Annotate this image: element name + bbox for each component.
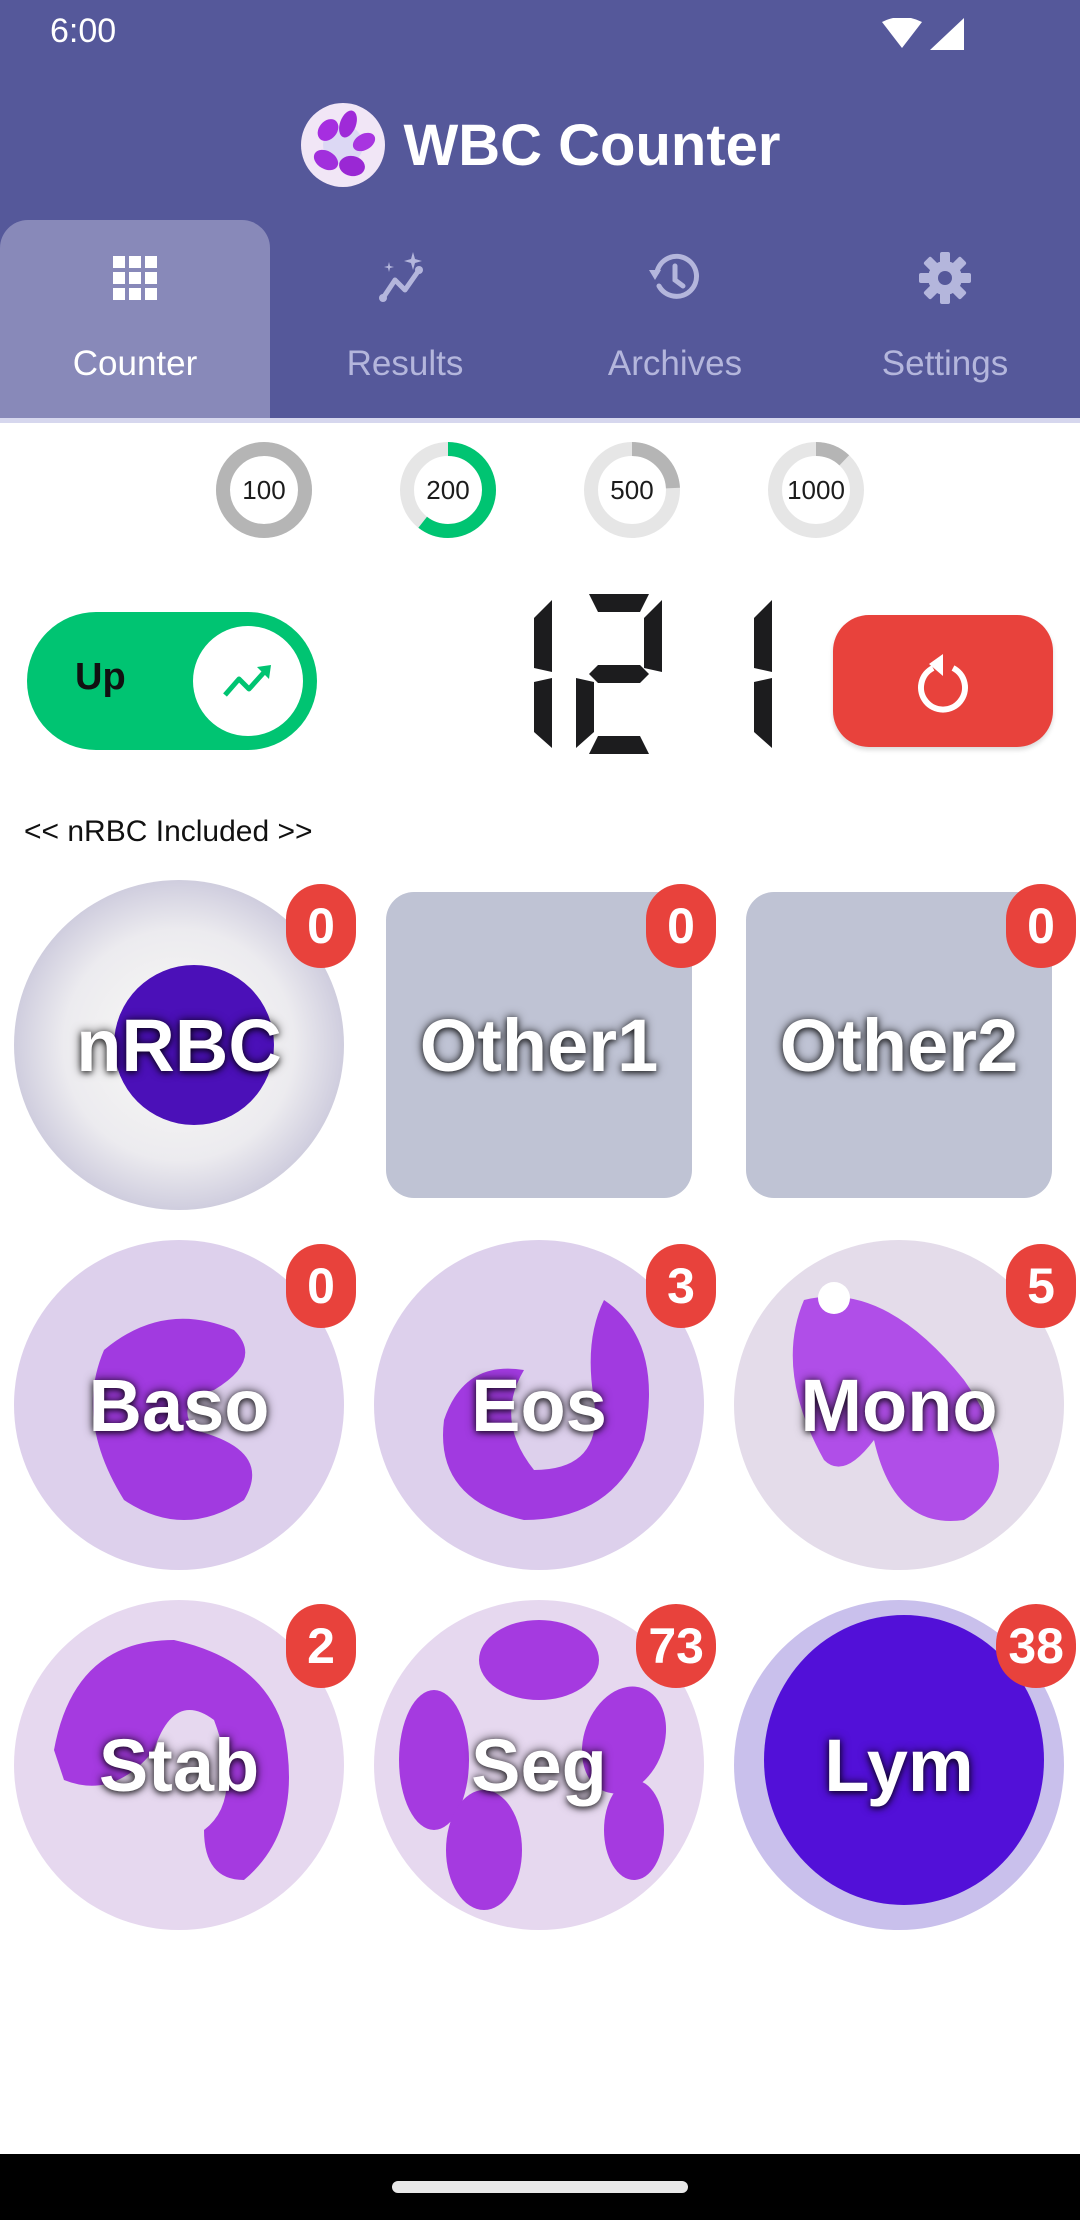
count-badge: 0 [1006, 884, 1076, 968]
toggle-knob [193, 626, 303, 736]
cell-button-lym[interactable]: Lym 38 [734, 1600, 1076, 1930]
ring-label: 500 [610, 474, 654, 505]
app-header: 6:00 WBC Counter Counter Results Archive… [0, 0, 1080, 420]
cell-button-other2[interactable]: Other2 0 [734, 880, 1076, 1210]
lcd-segment [644, 600, 662, 672]
target-selector: 100 200 500 1000 [0, 440, 1080, 540]
lcd-segment [589, 665, 649, 683]
count-badge: 0 [646, 884, 716, 968]
tab-counter[interactable]: Counter [0, 220, 270, 420]
ring-label: 200 [426, 474, 470, 505]
lcd-segment [589, 594, 649, 612]
tab-archives[interactable]: Archives [540, 220, 810, 420]
ring-label: 100 [242, 474, 286, 505]
lcd-digit [534, 600, 552, 748]
lcd-segment [576, 678, 594, 748]
count-direction-toggle[interactable]: Up [27, 612, 317, 750]
lcd-digit [754, 600, 772, 748]
tab-results[interactable]: Results [270, 220, 540, 420]
count-badge: 73 [636, 1604, 716, 1688]
cell-button-mono[interactable]: Mono 5 [734, 1240, 1076, 1570]
tab-label: Counter [72, 344, 198, 383]
sparkle-chart-icon [379, 252, 423, 302]
tab-label: Archives [607, 344, 743, 383]
app-title-row: WBC Counter [0, 100, 1080, 190]
toggle-label: Up [75, 656, 126, 698]
reset-icon [918, 654, 968, 713]
count-badge: 0 [286, 1244, 356, 1328]
count-badge: 5 [1006, 1244, 1076, 1328]
cell-button-eos[interactable]: Eos 3 [374, 1240, 716, 1570]
count-badge: 0 [286, 884, 356, 968]
target-ring-500[interactable]: 500 [582, 440, 682, 540]
history-icon [649, 253, 699, 299]
tab-settings[interactable]: Settings [810, 220, 1080, 420]
status-bar: 6:00 [0, 0, 1080, 66]
app-title: WBC Counter [403, 112, 781, 178]
lcd-digit [576, 594, 662, 754]
header-divider [0, 418, 1080, 423]
cell-button-baso[interactable]: Baso 0 [14, 1240, 356, 1570]
lcd-segment [754, 600, 772, 672]
grid-icon [113, 256, 157, 300]
cellular-signal-icon [930, 18, 964, 50]
wifi-icon [882, 18, 922, 48]
count-badge: 38 [996, 1604, 1076, 1688]
tab-bar: Counter Results Archives Settings [0, 220, 1080, 420]
target-ring-100[interactable]: 100 [214, 440, 314, 540]
system-navigation-bar [0, 2154, 1080, 2220]
gear-icon [919, 252, 971, 304]
lcd-segment [534, 678, 552, 748]
target-ring-1000[interactable]: 1000 [766, 440, 866, 540]
lcd-segment [589, 736, 649, 754]
neutrophil-cell-logo-icon [300, 103, 385, 187]
cell-button-nrbc[interactable]: nRBC 0 [14, 880, 356, 1210]
status-time: 6:00 [50, 12, 117, 50]
cell-button-stab[interactable]: Stab 2 [14, 1600, 356, 1930]
total-count-display [534, 594, 772, 754]
cell-button-other1[interactable]: Other1 0 [374, 880, 716, 1210]
count-badge: 2 [286, 1604, 356, 1688]
count-badge: 3 [646, 1244, 716, 1328]
trending-up-icon [223, 665, 271, 697]
tab-label: Results [346, 344, 464, 383]
nrbc-included-note: << nRBC Included >> [24, 815, 313, 848]
target-ring-200[interactable]: 200 [398, 440, 498, 540]
reset-button[interactable] [833, 615, 1053, 747]
lcd-segment [754, 678, 772, 748]
lcd-segment [534, 600, 552, 672]
home-gesture-handle[interactable] [392, 2181, 688, 2193]
status-icons [882, 18, 964, 50]
ring-label: 1000 [787, 474, 845, 505]
cell-button-seg[interactable]: Seg 73 [374, 1600, 716, 1930]
tab-label: Settings [881, 344, 1009, 383]
